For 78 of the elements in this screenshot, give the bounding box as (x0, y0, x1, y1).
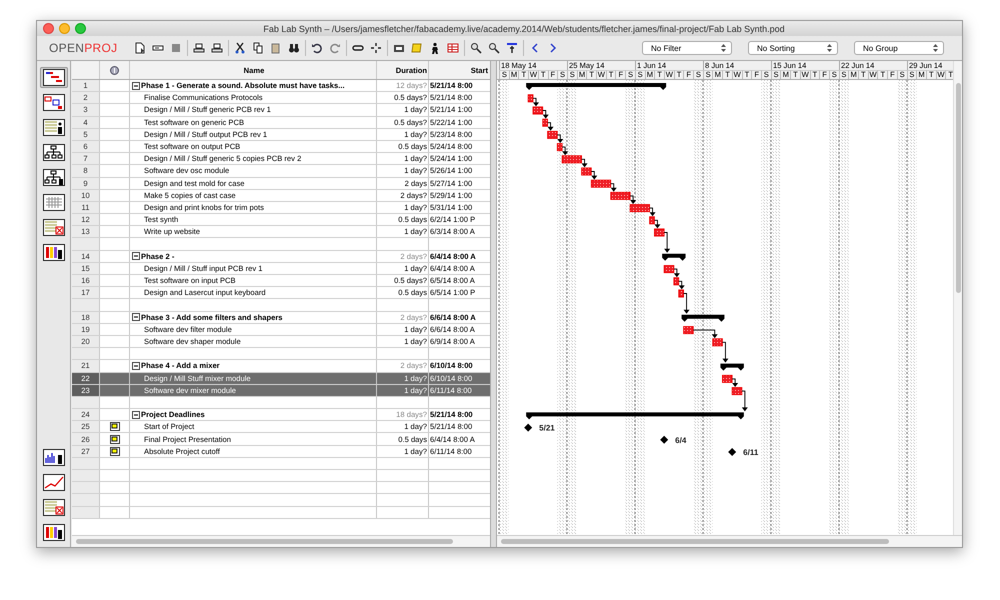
milestone-diamond[interactable] (660, 436, 668, 444)
printer-icon (211, 42, 224, 54)
task-bar[interactable] (732, 387, 742, 396)
collapse-icon[interactable] (132, 313, 140, 322)
scissors-icon (234, 42, 246, 54)
task-bar[interactable] (547, 130, 558, 139)
milestone-label: 5/21 (539, 424, 555, 433)
grid-icon (447, 42, 460, 54)
milestone-label: 6/11 (743, 448, 758, 457)
summary-bar[interactable] (526, 412, 744, 420)
sheet-person-icon (42, 119, 64, 136)
dependency-arrow (683, 293, 690, 314)
milestone-diamond[interactable] (524, 424, 532, 432)
zoom-out-icon (488, 42, 500, 54)
binoculars-icon (288, 42, 300, 54)
dependency-arrow (732, 378, 738, 387)
task-bar[interactable] (581, 168, 592, 176)
dependency-arrow (692, 330, 718, 338)
bars-person-icon (42, 244, 64, 261)
undo-icon (311, 42, 324, 54)
vertical-scrollbar[interactable] (953, 61, 962, 535)
close-button[interactable] (43, 23, 54, 34)
collapse-icon[interactable] (132, 410, 140, 419)
task-bar[interactable] (722, 374, 733, 383)
task-bar[interactable] (562, 155, 582, 164)
task-bar[interactable] (528, 94, 534, 102)
horizontal-scrollbar[interactable] (497, 535, 962, 547)
gantt-icon (42, 69, 64, 86)
task-bar[interactable] (673, 277, 680, 286)
task-bar[interactable] (610, 192, 631, 200)
milestone-diamond[interactable] (728, 448, 736, 456)
network-icon (42, 94, 64, 111)
zoom-in-icon (470, 42, 482, 54)
dependency-arrow (610, 183, 617, 192)
redo-icon (329, 42, 342, 54)
dropdown[interactable]: No Group (854, 41, 944, 55)
bars-person-icon (42, 524, 64, 541)
dependency-arrow (630, 195, 636, 204)
dropdown[interactable]: No Sorting (748, 41, 838, 55)
line-chart-icon (42, 474, 64, 491)
stepper-icon (721, 44, 726, 52)
collapse-icon[interactable] (132, 252, 140, 260)
sheet-x-icon (42, 499, 64, 516)
milestone-label: 6/4 (675, 436, 686, 445)
window-title: Fab Lab Synth – /Users/jamesfletcher/fabacademy.live/academy.2014/Web/students/fletcher.james/final-project/Fab Lab Synth.pod (262, 24, 786, 34)
collapse-icon[interactable] (132, 82, 140, 90)
view-button[interactable] (40, 67, 68, 88)
histogram-icon (42, 449, 64, 466)
info-icon (110, 66, 119, 74)
dropdown[interactable]: No Filter (642, 41, 732, 55)
task-bar[interactable] (712, 338, 723, 346)
dependency-arrow (664, 232, 670, 253)
stepper-icon (933, 44, 938, 52)
task-bar[interactable] (683, 326, 694, 334)
note-icon (411, 42, 424, 54)
paste-icon (270, 42, 282, 54)
filter-icon (506, 42, 518, 54)
printer-icon (193, 42, 206, 54)
doc-icon (134, 42, 146, 54)
task-bar[interactable] (542, 118, 548, 127)
task-bar[interactable] (654, 228, 665, 236)
summary-bar[interactable] (526, 83, 666, 90)
task-bar[interactable] (532, 106, 544, 114)
logo: OPENPROJ (49, 41, 118, 55)
sheet-x-icon (42, 219, 64, 236)
copy-icon (252, 42, 264, 54)
dependency-arrow (722, 342, 728, 363)
task-bar[interactable] (590, 180, 612, 188)
stepper-icon (827, 44, 832, 52)
tree-person-icon (42, 169, 64, 186)
task-bar[interactable] (556, 143, 563, 152)
collapse-icon[interactable] (132, 362, 140, 370)
horizontal-scrollbar[interactable] (72, 535, 490, 547)
task-bar[interactable] (630, 204, 650, 212)
tree-icon (42, 144, 64, 161)
task-bar[interactable] (649, 216, 655, 224)
dependency-arrow (741, 390, 748, 412)
task-bar[interactable] (678, 290, 684, 298)
